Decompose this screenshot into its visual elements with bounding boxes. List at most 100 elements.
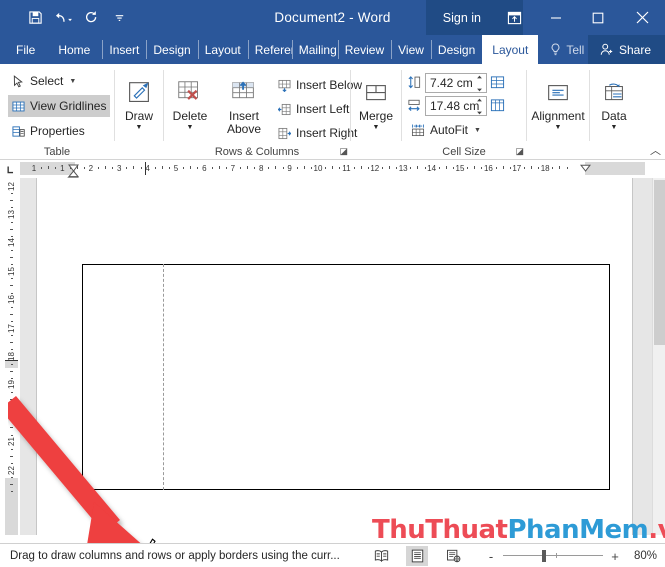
merge-button[interactable]: Merge ▼ — [351, 74, 401, 132]
close-icon[interactable] — [619, 0, 665, 35]
autofit-icon — [411, 124, 425, 137]
rows-columns-dialog-launcher[interactable]: ◪ — [339, 146, 348, 157]
ruler-half-tick — [48, 166, 50, 169]
vruler-tick-12: 12 — [7, 181, 16, 191]
ruler-minor-tick — [566, 167, 568, 169]
chevron-down-icon: ▼ — [474, 126, 481, 134]
vruler-minor-tick — [10, 228, 13, 230]
chevron-down-icon: ▼ — [372, 124, 380, 131]
document-canvas[interactable] — [20, 178, 665, 535]
column-width-value: 17.48 cm — [430, 98, 480, 113]
table-row-height-icon — [408, 76, 421, 89]
autofit-button[interactable]: AutoFit ▼ — [407, 119, 485, 141]
spinner-down-icon — [477, 111, 482, 114]
vruler-minor-tick — [10, 484, 13, 486]
tab-insert[interactable]: Insert — [102, 35, 146, 64]
document-page[interactable] — [37, 178, 632, 535]
ruler-minor-tick — [296, 167, 298, 169]
site-watermark: ThuThuatPhanMem.vn — [372, 515, 665, 545]
share-person-icon — [600, 43, 613, 55]
ruler-minor-tick — [552, 167, 554, 169]
delete-label: Delete ▼ — [173, 110, 208, 132]
zoom-out-button[interactable]: - — [486, 549, 496, 564]
horizontal-ruler[interactable]: 1 1 2 3 4 5 6 7 8 9 10 11 12 13 14 15 16 17 18 — [0, 160, 665, 178]
chevron-down-icon: ▼ — [135, 124, 143, 131]
merge-text: Merge — [358, 109, 393, 123]
tab-home[interactable]: Home — [46, 35, 102, 64]
status-message: Drag to draw columns and rows or apply b… — [10, 549, 340, 562]
share-label: Share — [618, 42, 651, 57]
status-bar: Drag to draw columns and rows or apply b… — [0, 543, 665, 567]
right-indent-marker[interactable] — [579, 161, 592, 175]
distribute-columns-icon[interactable] — [490, 98, 505, 113]
row-height-input[interactable]: 7.42 cm — [425, 72, 487, 93]
row-height-spinner[interactable] — [475, 75, 484, 92]
ruler-half-tick — [105, 166, 106, 169]
ribbon-tab-strip: File Home Insert Design Layout Referer M… — [0, 35, 665, 64]
read-mode-icon[interactable] — [370, 546, 392, 566]
tab-mailings[interactable]: Mailing — [291, 35, 338, 64]
vertical-scrollbar[interactable] — [652, 178, 665, 535]
insert-below-icon — [278, 79, 291, 92]
insert-left-label: Insert Left — [296, 102, 350, 116]
properties-button[interactable]: Properties — [8, 120, 89, 142]
word-window: Document2 - Word Sign in File Home Inser… — [0, 0, 665, 567]
group-label-cell-size: Cell Size — [442, 146, 486, 158]
view-gridlines-button[interactable]: View Gridlines — [8, 95, 111, 117]
ruler-half-tick — [190, 166, 192, 169]
zoom-slider-thumb[interactable] — [542, 550, 546, 562]
data-button[interactable]: Data ▼ — [590, 74, 638, 132]
maximize-icon[interactable] — [577, 0, 619, 35]
alignment-button[interactable]: Alignment ▼ — [527, 74, 589, 132]
scrollbar-thumb[interactable] — [654, 180, 665, 345]
tab-review[interactable]: Review — [337, 35, 391, 64]
ruler-minor-tick — [41, 167, 43, 169]
tab-table-design[interactable]: Design — [430, 35, 483, 64]
tab-table-layout[interactable]: Layout — [482, 35, 539, 64]
tab-file[interactable]: File — [0, 35, 46, 64]
vertical-ruler[interactable]: 12 13 14 15 16 17 18 19 20 21 22 — [0, 178, 20, 535]
row-height-row: 7.42 cm — [407, 72, 505, 93]
alignment-label: Alignment ▼ — [531, 110, 584, 132]
ruler-half-tick — [389, 166, 390, 169]
tab-references[interactable]: Referer — [247, 35, 292, 64]
distribute-rows-icon[interactable] — [490, 75, 505, 90]
table-outline[interactable] — [82, 264, 610, 490]
ribbon-display-options-icon[interactable] — [493, 0, 535, 35]
delete-button[interactable]: Delete ▼ — [164, 74, 216, 132]
collapse-ribbon-icon[interactable]: ︿ — [650, 142, 661, 158]
sign-in-button[interactable]: Sign in — [431, 0, 493, 35]
cell-size-dialog-launcher[interactable]: ◪ — [515, 146, 524, 157]
insert-above-button[interactable]: Insert Above — [216, 74, 272, 136]
ruler-tick-8: 8 — [258, 164, 264, 173]
insert-right-button[interactable]: Insert Right — [274, 122, 361, 144]
merge-cells-icon — [362, 74, 390, 108]
tab-design[interactable]: Design — [146, 35, 197, 64]
insert-left-icon — [278, 103, 291, 115]
ruler-tick-12: 12 — [370, 164, 380, 173]
draw-label: Draw ▼ — [125, 110, 153, 132]
select-button[interactable]: Select ▼ — [8, 70, 80, 92]
minimize-icon[interactable] — [535, 0, 577, 35]
data-text: Data — [601, 109, 627, 123]
ruler-tick-2: 2 — [88, 164, 94, 173]
zoom-in-button[interactable]: + — [610, 549, 620, 564]
tab-stop-selector[interactable] — [0, 160, 20, 178]
ruler-minor-tick — [239, 167, 241, 169]
draw-table-button[interactable]: Draw ▼ — [115, 74, 163, 132]
tab-layout[interactable]: Layout — [197, 35, 248, 64]
share-button[interactable]: Share — [587, 35, 665, 64]
vruler-tick-17: 17 — [7, 323, 16, 333]
ruler-minor-tick — [381, 167, 383, 169]
column-width-input[interactable]: 17.48 cm — [425, 95, 487, 116]
zoom-slider[interactable] — [503, 550, 603, 562]
table-column-width-icon — [408, 99, 420, 111]
insert-left-button[interactable]: Insert Left — [274, 98, 353, 120]
ribbon-tabs: File Home Insert Design Layout Referer M… — [0, 35, 614, 64]
column-width-spinner[interactable] — [475, 98, 484, 115]
tab-view[interactable]: View — [391, 35, 431, 64]
zoom-level-label[interactable]: 80% — [627, 550, 657, 562]
print-layout-icon[interactable] — [406, 546, 428, 566]
spinner-down-icon — [477, 88, 482, 91]
web-layout-icon[interactable] — [442, 546, 464, 566]
